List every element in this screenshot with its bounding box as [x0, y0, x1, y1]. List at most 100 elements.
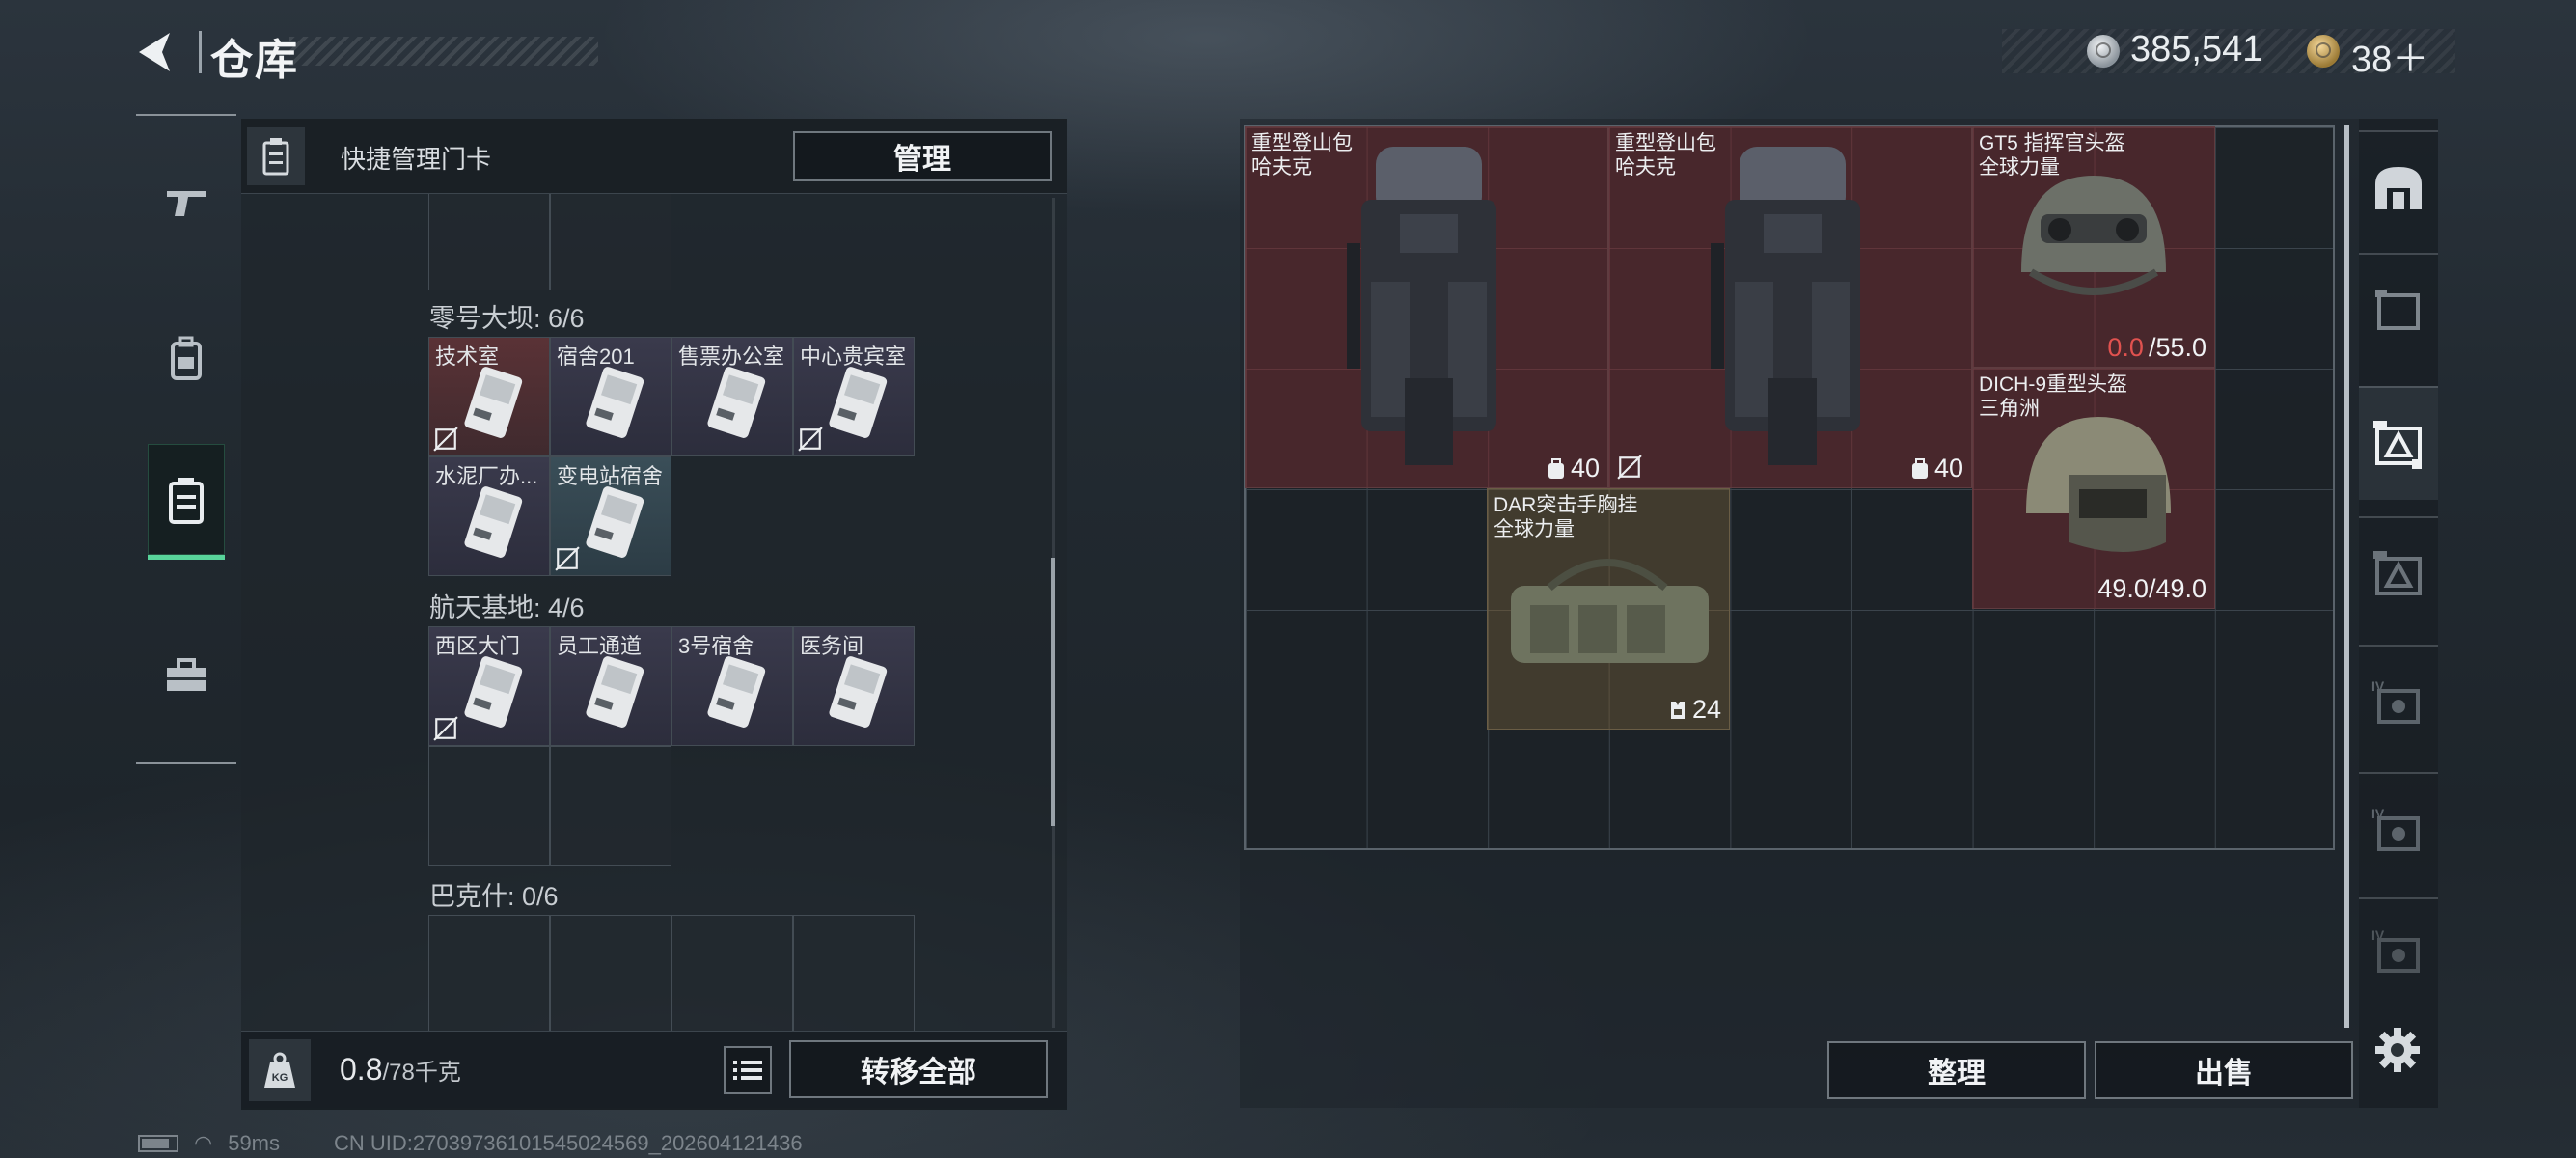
ping-readout: 59ms — [228, 1131, 280, 1155]
empty-slot[interactable] — [428, 194, 550, 290]
empty-slot[interactable] — [428, 746, 550, 866]
keycard-art — [464, 486, 523, 558]
helmet-art — [2021, 176, 2166, 295]
keycard-case-icon — [169, 477, 204, 524]
keycard-art — [464, 367, 523, 438]
no-transfer-icon — [1617, 455, 1642, 480]
empty-slot[interactable] — [793, 915, 915, 1031]
item-durability: 0.0/55.0 — [2107, 333, 2206, 362]
stash-item-dich9-helmet[interactable]: DICH-9重型头盔 三角洲 49.0/49.0 — [1972, 368, 2215, 609]
stash-tab-1[interactable] — [2359, 253, 2438, 367]
weight-current: 0.8 — [340, 1052, 383, 1087]
keycard-item[interactable]: 宿舍201 — [550, 337, 671, 456]
empty-slot[interactable] — [550, 915, 671, 1031]
chest-rig-art — [1511, 559, 1709, 663]
stash-tab-4-locked[interactable]: IV — [2359, 645, 2438, 758]
keycard-art — [707, 656, 766, 728]
stash-tab-6-locked[interactable]: IV — [2359, 897, 2438, 1004]
stash-tab-icon — [2373, 551, 2422, 595]
no-transfer-icon — [798, 427, 823, 452]
keycard-art — [707, 367, 766, 438]
battery-icon — [138, 1135, 178, 1152]
silver-coin-icon — [2087, 35, 2120, 68]
backpack-art — [1711, 147, 1860, 465]
keycard-item[interactable]: 变电站宿舍 — [550, 456, 671, 576]
keycard-item[interactable]: 员工通道 — [550, 626, 671, 746]
stash-tab-5-locked[interactable]: IV — [2359, 772, 2438, 886]
settings-gear-icon[interactable] — [2373, 1026, 2422, 1074]
keycard-grid-space-base: 西区大门 员工通道 3号宿舍 医务间 — [428, 626, 915, 866]
backpack-icon — [171, 336, 202, 380]
empty-slot[interactable] — [550, 746, 671, 866]
wifi-icon: ◠ — [194, 1131, 213, 1155]
keycard-item[interactable]: 售票办公室 — [671, 337, 793, 456]
item-name: DAR突击手胸挂 全球力量 — [1494, 494, 1638, 540]
stash-item-gt5-helmet[interactable]: GT5 指挥官头盔 全球力量 0.0/55.0 — [1972, 126, 2215, 368]
locked-tab-icon: IV — [2371, 927, 2420, 973]
keycard-art — [829, 656, 888, 728]
helmet-art — [2026, 417, 2171, 552]
keycard-art — [586, 367, 644, 438]
nav-tools[interactable] — [148, 618, 225, 733]
list-icon — [733, 1061, 762, 1080]
keycard-scrollbar-thumb[interactable] — [1051, 558, 1055, 826]
gold-currency-value[interactable]: 38＋ — [2351, 29, 2428, 82]
item-capacity: 40 — [1910, 454, 1963, 483]
stash-item-backpack-1[interactable]: 重型登山包 哈夫克 40 — [1245, 126, 1608, 488]
transfer-all-button[interactable]: 转移全部 — [789, 1040, 1048, 1098]
sort-button[interactable]: 整理 — [1827, 1041, 2086, 1099]
toolbox-icon — [167, 658, 206, 691]
keycard-art — [586, 656, 644, 728]
keycard-grid-bakhsh — [428, 915, 915, 1031]
keycard-item[interactable]: 西区大门 — [428, 626, 550, 746]
gold-coin-icon — [2307, 35, 2340, 68]
stash-tab-overview[interactable] — [2359, 130, 2438, 244]
locked-tab-icon: IV — [2371, 806, 2420, 851]
empty-slot[interactable] — [550, 194, 671, 290]
stash-scrollbar[interactable] — [2344, 125, 2349, 1028]
keycard-item[interactable]: 3号宿舍 — [671, 626, 793, 746]
item-name: 重型登山包 哈夫克 — [1251, 132, 1353, 179]
backpack-art — [1347, 147, 1496, 465]
list-view-button[interactable] — [724, 1046, 772, 1094]
keycard-art — [829, 367, 888, 438]
backpack-icon — [1548, 457, 1564, 479]
locked-tab-icon: IV — [2371, 678, 2420, 724]
nav-keycards[interactable] — [148, 444, 225, 560]
keycard-item[interactable]: 医务间 — [793, 626, 915, 746]
sell-button[interactable]: 出售 — [2095, 1041, 2353, 1099]
nav-weapons[interactable] — [148, 145, 225, 261]
keycard-item[interactable]: 技术室 — [428, 337, 550, 456]
stash-tab-icon — [2375, 290, 2420, 330]
vault-icon — [2375, 167, 2422, 209]
no-transfer-icon — [555, 546, 580, 571]
keycard-grid-zero-dam: 技术室 宿舍201 售票办公室 中心贵宾室水泥厂办... 变电站宿舍 — [428, 337, 915, 576]
chest-rig-icon — [1670, 701, 1685, 719]
stash-tab-2-active[interactable] — [2359, 386, 2438, 500]
keycard-art — [464, 656, 523, 728]
svg-text:KG: KG — [272, 1072, 288, 1084]
manage-button[interactable]: 管理 — [793, 131, 1052, 181]
stash-tab-icon — [2373, 421, 2422, 469]
gun-icon — [167, 191, 206, 216]
empty-slot[interactable] — [428, 915, 550, 1031]
section-title-zero-dam: 零号大坝: 6/6 — [429, 304, 585, 333]
no-transfer-icon — [433, 427, 458, 452]
stash-tab-3[interactable] — [2359, 516, 2438, 630]
title-stripe-decoration — [289, 37, 598, 66]
keycard-item[interactable]: 水泥厂办... — [428, 456, 550, 576]
back-arrow-icon[interactable] — [133, 29, 178, 75]
item-name: 重型登山包 哈夫克 — [1615, 132, 1716, 179]
section-title-space-base: 航天基地: 4/6 — [429, 593, 585, 622]
empty-slot[interactable] — [671, 915, 793, 1031]
keycard-item[interactable]: 中心贵宾室 — [793, 337, 915, 456]
keycard-list[interactable]: 零号大坝: 6/6 技术室 宿舍201 售票办公室 中心贵宾室水泥厂办... 变电站宿舍… — [425, 194, 1061, 1031]
keycard-art — [586, 486, 644, 558]
nav-gear[interactable] — [148, 301, 225, 417]
stash-item-backpack-2[interactable]: 重型登山包 哈夫克 40 — [1608, 126, 1972, 488]
item-capacity: 40 — [1547, 454, 1600, 483]
item-durability: 49.0/49.0 — [2097, 574, 2206, 603]
keycard-manage-label: 快捷管理门卡 — [341, 145, 492, 174]
stash-item-dar-chest-rig[interactable]: DAR突击手胸挂 全球力量 24 — [1487, 488, 1730, 730]
item-capacity: 24 — [1668, 695, 1721, 725]
